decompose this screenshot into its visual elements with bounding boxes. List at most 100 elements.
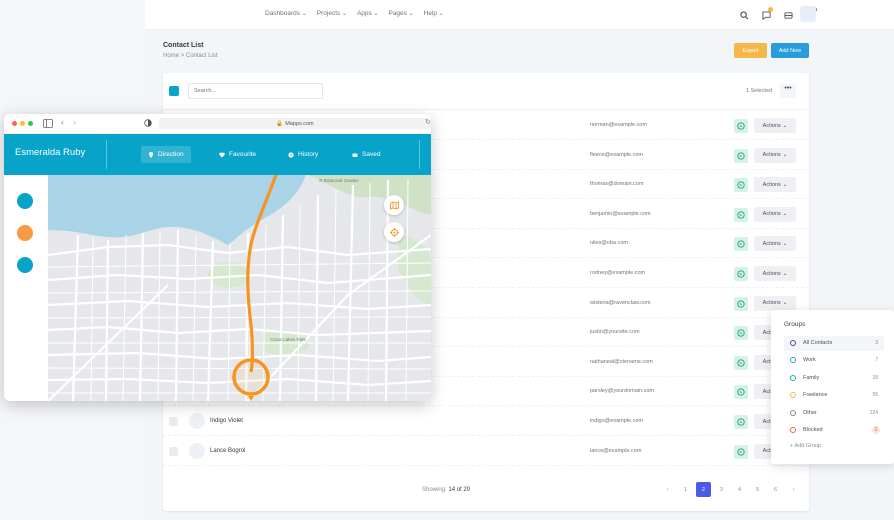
locate-me-button[interactable] — [384, 222, 404, 242]
sidebar-marker-3[interactable] — [17, 257, 33, 273]
more-options-button[interactable]: ••• — [780, 84, 796, 98]
back-icon[interactable]: ‹ — [61, 117, 64, 127]
whatsapp-button[interactable] — [734, 207, 748, 222]
whatsapp-button[interactable] — [734, 385, 748, 400]
map-sidebar — [4, 175, 48, 401]
actions-dropdown[interactable]: Actions — [754, 295, 796, 311]
group-item[interactable]: Family 18 — [784, 371, 884, 386]
page-button[interactable]: 5 — [750, 482, 765, 497]
select-all-checkbox[interactable] — [169, 86, 179, 96]
minimize-window-icon[interactable] — [20, 121, 25, 126]
search-input[interactable] — [188, 83, 323, 99]
page-button[interactable]: 3 — [714, 482, 729, 497]
group-count: 18 — [872, 374, 878, 381]
sidebar-toggle-icon[interactable] — [43, 119, 53, 128]
breadcrumb: Home > Contact List — [163, 53, 218, 59]
contact-email: nathaneal@ctename.com — [590, 358, 653, 365]
sidebar-marker-2[interactable] — [17, 225, 33, 241]
group-item[interactable]: Freelance 55 — [784, 388, 884, 403]
tab-history[interactable]: History — [281, 146, 325, 163]
tab-saved-label: Saved — [362, 151, 381, 158]
page-button[interactable]: 6 — [768, 482, 783, 497]
map-layers-button[interactable] — [384, 195, 404, 215]
browser-window: ‹ › 🔒 Mapps.com ↻ Esmeralda Ruby Directi… — [4, 114, 431, 401]
add-group-label: Add Group — [794, 443, 822, 449]
map-view[interactable]: R Botanical Garden Cross Lakes Park — [48, 175, 431, 401]
add-group-button[interactable]: + Add Group — [790, 443, 821, 449]
row-checkbox[interactable] — [169, 417, 178, 426]
whatsapp-button[interactable] — [734, 267, 748, 281]
add-new-button[interactable]: Add New — [771, 43, 809, 58]
whatsapp-icon — [737, 418, 745, 426]
whatsapp-button[interactable] — [734, 326, 748, 341]
groups-panel: Groups All Contacts 3 Work 7 Family 18 Freelan… — [771, 310, 894, 464]
next-page-button[interactable]: › — [786, 482, 801, 497]
clock-icon — [288, 151, 294, 158]
nav-dashboards[interactable]: Dashboards — [265, 10, 307, 17]
nav-apps[interactable]: Apps — [357, 10, 379, 17]
group-color-icon — [790, 374, 796, 381]
group-count: 2 — [872, 426, 880, 434]
page-button[interactable]: 4 — [732, 482, 747, 497]
tab-favourite[interactable]: Favourite — [212, 146, 263, 163]
tab-direction[interactable]: Direction — [141, 146, 191, 163]
showing-label: Showing: — [422, 487, 447, 493]
nav-projects[interactable]: Projects — [317, 10, 347, 17]
map-app-header: Esmeralda Ruby Direction Favourite Histo… — [4, 134, 431, 175]
table-row[interactable]: Indigo Violetindigo@example.comActions — [163, 407, 809, 436]
nav-pages[interactable]: Pages — [388, 10, 413, 17]
maximize-window-icon[interactable] — [28, 121, 33, 126]
group-label: Blocked — [803, 427, 823, 433]
group-item[interactable]: Blocked 2 — [784, 423, 884, 438]
export-button[interactable]: Export — [734, 43, 767, 58]
prev-page-button[interactable]: ‹ — [660, 482, 675, 497]
row-checkbox[interactable] — [169, 446, 178, 456]
whatsapp-button[interactable] — [734, 237, 748, 252]
tab-direction-label: Direction — [158, 151, 184, 158]
user-avatar[interactable] — [800, 6, 816, 22]
whatsapp-button[interactable] — [734, 415, 748, 429]
whatsapp-button[interactable] — [734, 119, 748, 133]
reload-icon[interactable]: ↻ — [425, 118, 431, 126]
actions-dropdown[interactable]: Actions — [754, 118, 796, 133]
browser-chrome: ‹ › 🔒 Mapps.com ↻ — [4, 114, 431, 134]
whatsapp-icon — [737, 211, 745, 219]
map-icon — [389, 200, 399, 210]
whatsapp-button[interactable] — [734, 148, 748, 163]
groups-title: Groups — [784, 321, 806, 328]
page-button[interactable]: 1 — [678, 482, 693, 497]
saved-icon — [352, 153, 358, 157]
page-button[interactable]: 2 — [696, 482, 711, 497]
header-divider-right — [419, 140, 420, 169]
contact-email: lance@example.com — [590, 447, 642, 454]
top-navbar: Dashboards Projects Apps Pages Help — [145, 0, 894, 30]
inbox-icon[interactable] — [780, 7, 796, 23]
actions-dropdown[interactable]: Actions — [754, 147, 796, 163]
forward-icon[interactable]: › — [73, 117, 76, 127]
group-item[interactable]: All Contacts 3 — [784, 336, 884, 351]
whatsapp-button[interactable] — [734, 178, 748, 193]
actions-dropdown[interactable]: Actions — [754, 266, 796, 281]
breadcrumb-separator: > — [180, 53, 185, 59]
actions-dropdown[interactable]: Actions — [754, 177, 796, 193]
actions-dropdown[interactable]: Actions — [754, 206, 796, 222]
breadcrumb-home[interactable]: Home — [163, 53, 179, 59]
whatsapp-button[interactable] — [734, 355, 748, 370]
contact-name: Lance Bogrol — [210, 447, 246, 454]
close-window-icon[interactable] — [12, 121, 17, 126]
group-label: Work — [803, 357, 816, 364]
group-item[interactable]: Other 124 — [784, 406, 884, 421]
search-icon[interactable] — [736, 7, 752, 23]
group-count: 124 — [869, 409, 878, 416]
sidebar-marker-1[interactable] — [17, 193, 33, 209]
whatsapp-button[interactable] — [734, 444, 748, 459]
tab-saved[interactable]: Saved — [345, 146, 387, 163]
address-bar[interactable]: 🔒 Mapps.com — [159, 118, 431, 129]
table-row[interactable]: Lance Bogrollance@example.comActions — [163, 437, 809, 466]
contact-email: wisteria@ravenclaw.com — [590, 299, 651, 306]
whatsapp-button[interactable] — [734, 296, 748, 311]
nav-help[interactable]: Help — [424, 10, 444, 17]
group-item[interactable]: Work 7 — [784, 353, 884, 368]
actions-dropdown[interactable]: Actions — [754, 236, 796, 252]
chat-icon[interactable] — [758, 7, 774, 23]
